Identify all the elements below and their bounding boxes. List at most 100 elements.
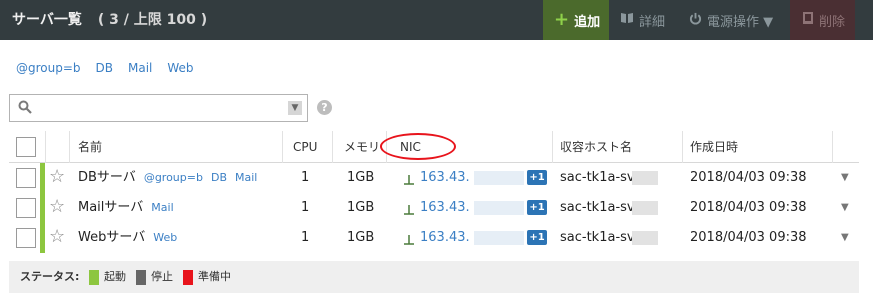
row-menu-arrow[interactable]: ▼ — [841, 232, 849, 243]
status-indicator-running — [40, 223, 45, 253]
detail-button-label: 詳細 — [639, 14, 666, 30]
status-swatch-running — [89, 270, 99, 285]
search-dropdown-button[interactable]: ▼ — [288, 101, 302, 115]
delete-button-label: 削除 — [819, 14, 846, 30]
add-button-label: 追加 — [574, 14, 601, 30]
delete-icon — [802, 11, 814, 29]
server-name[interactable]: Mailサーバ — [78, 200, 143, 215]
header-bar: サーバ一覧 ( 3 / 上限 100 ) + 追加 詳細 電源操作 ▼ 削除 — [0, 0, 873, 40]
table-header: 名前 CPU メモリ NIC 収容ホスト名 作成日時 — [9, 131, 859, 163]
ip-address-link[interactable]: 163.43. — [420, 163, 470, 193]
created-at-cell: 2018/04/03 09:38 — [690, 230, 807, 245]
network-icon — [404, 174, 414, 185]
column-header-cpu[interactable]: CPU — [293, 131, 317, 163]
host-name-cell: sac-tk1a-sv — [560, 170, 635, 185]
add-button[interactable]: + 追加 — [543, 0, 609, 40]
row-checkbox[interactable] — [16, 198, 36, 218]
host-name-cell: sac-tk1a-sv — [560, 230, 635, 245]
additional-nic-badge[interactable]: +1 — [527, 230, 547, 245]
ip-address-link[interactable]: 163.43. — [420, 193, 470, 223]
server-name-cell: Mailサーバ Mail — [78, 193, 174, 223]
network-icon — [404, 204, 414, 215]
select-all-checkbox[interactable] — [16, 137, 36, 157]
redacted-ip — [474, 201, 524, 215]
created-at-cell: 2018/04/03 09:38 — [690, 170, 807, 185]
server-name[interactable]: Webサーバ — [78, 230, 145, 245]
row-tag-db[interactable]: DB — [211, 171, 227, 184]
row-tag-group-b[interactable]: @group=b — [144, 171, 203, 184]
memory-cell: 1GB — [347, 230, 375, 245]
column-divider — [552, 131, 553, 163]
page-title: サーバ一覧 ( 3 / 上限 100 ) — [12, 0, 207, 40]
row-tag-mail[interactable]: Mail — [235, 171, 257, 184]
column-divider — [832, 131, 833, 163]
network-icon — [404, 234, 414, 245]
status-label-stopped: 停止 — [151, 270, 173, 283]
help-icon[interactable]: ? — [317, 100, 332, 115]
memory-cell: 1GB — [347, 170, 375, 185]
tag-filter-group-b[interactable]: @group=b — [16, 61, 81, 79]
nic-annotation-circle — [380, 133, 456, 160]
search-icon — [18, 100, 32, 114]
cpu-cell: 1 — [301, 170, 310, 185]
search-input[interactable] — [38, 98, 288, 118]
table-row[interactable]: ☆ Webサーバ Web 1 1GB 163.43. +1 sac-tk1a-sv… — [9, 223, 859, 253]
search-box: ▼ — [9, 94, 308, 122]
plus-icon: + — [554, 9, 570, 30]
additional-nic-badge[interactable]: +1 — [527, 200, 547, 215]
star-icon[interactable]: ☆ — [49, 168, 65, 186]
star-icon[interactable]: ☆ — [49, 198, 65, 216]
server-name[interactable]: DBサーバ — [78, 170, 136, 185]
status-legend-label: ステータス: — [20, 270, 80, 283]
tag-filter-mail[interactable]: Mail — [128, 61, 152, 79]
status-swatch-stopped — [136, 270, 146, 285]
redacted-host — [632, 201, 658, 215]
row-menu-arrow[interactable]: ▼ — [841, 172, 849, 183]
server-name-cell: Webサーバ Web — [78, 223, 177, 253]
tag-filter-db[interactable]: DB — [96, 61, 113, 79]
status-indicator-running — [40, 193, 45, 223]
cpu-cell: 1 — [301, 200, 310, 215]
server-count: ( 3 / 上限 100 ) — [97, 12, 208, 28]
column-header-created[interactable]: 作成日時 — [690, 131, 738, 163]
memory-cell: 1GB — [347, 200, 375, 215]
status-swatch-preparing — [183, 270, 193, 285]
row-checkbox[interactable] — [16, 168, 36, 188]
status-label-preparing: 準備中 — [198, 270, 231, 283]
page-title-text: サーバ一覧 — [12, 12, 82, 28]
server-name-cell: DBサーバ @group=b DB Mail — [78, 163, 257, 193]
column-header-host[interactable]: 収容ホスト名 — [560, 131, 632, 163]
table-row[interactable]: ☆ DBサーバ @group=b DB Mail 1 1GB 163.43. +1 s… — [9, 163, 859, 193]
column-header-memory[interactable]: メモリ — [344, 131, 380, 163]
status-indicator-running — [40, 163, 45, 193]
row-tag-mail[interactable]: Mail — [151, 201, 173, 214]
row-checkbox[interactable] — [16, 228, 36, 248]
power-operation-label: 電源操作 ▼ — [707, 14, 774, 30]
star-icon[interactable]: ☆ — [49, 228, 65, 246]
redacted-host — [632, 171, 658, 185]
column-divider — [332, 131, 333, 163]
column-divider — [682, 131, 683, 163]
column-header-name[interactable]: 名前 — [78, 131, 102, 163]
redacted-host — [632, 231, 658, 245]
column-divider — [69, 131, 70, 163]
ip-address-link[interactable]: 163.43. — [420, 223, 470, 253]
delete-button[interactable]: 削除 — [790, 0, 855, 40]
power-icon — [689, 12, 702, 29]
status-legend: ステータス: 起動 停止 準備中 — [9, 261, 859, 293]
host-name-cell: sac-tk1a-sv — [560, 200, 635, 215]
additional-nic-badge[interactable]: +1 — [527, 170, 547, 185]
column-divider — [282, 131, 283, 163]
redacted-ip — [474, 171, 524, 185]
table-row[interactable]: ☆ Mailサーバ Mail 1 1GB 163.43. +1 sac-tk1a-… — [9, 193, 859, 223]
row-menu-arrow[interactable]: ▼ — [841, 202, 849, 213]
book-icon — [620, 12, 634, 28]
created-at-cell: 2018/04/03 09:38 — [690, 200, 807, 215]
power-operation-button[interactable]: 電源操作 ▼ — [689, 0, 773, 40]
server-table: 名前 CPU メモリ NIC 収容ホスト名 作成日時 ☆ DBサーバ @group… — [9, 131, 859, 253]
row-tag-web[interactable]: Web — [153, 231, 177, 244]
column-divider — [45, 131, 46, 163]
status-label-running: 起動 — [104, 270, 126, 283]
detail-button[interactable]: 詳細 — [620, 0, 665, 40]
tag-filter-web[interactable]: Web — [167, 61, 193, 79]
